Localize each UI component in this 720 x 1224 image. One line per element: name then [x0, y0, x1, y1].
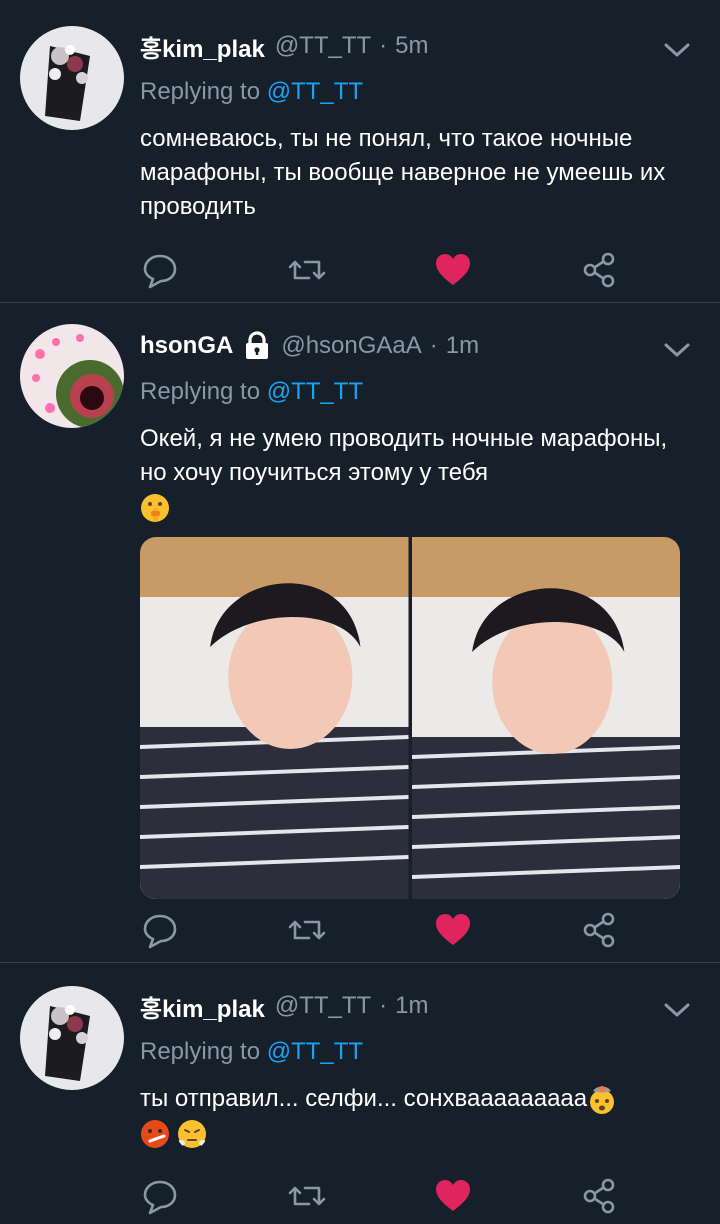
chevron-down-icon[interactable] — [662, 1000, 692, 1020]
retweet-icon[interactable] — [287, 250, 327, 290]
heart-icon[interactable] — [433, 910, 473, 950]
avatar[interactable] — [20, 986, 124, 1090]
user-handle[interactable]: @TT_TT — [275, 32, 371, 60]
heart-icon[interactable] — [433, 250, 473, 290]
avatar[interactable] — [20, 324, 124, 428]
replying-to: Replying to @TT_TT — [140, 1038, 363, 1066]
display-name[interactable]: 홍kim_plak — [140, 29, 265, 64]
reply-icon[interactable] — [140, 1176, 180, 1216]
reply-icon[interactable] — [140, 910, 180, 950]
user-handle[interactable]: @hsonGAaA — [281, 332, 421, 360]
share-icon[interactable] — [580, 1176, 620, 1216]
lock-icon — [246, 331, 269, 359]
separator-dot: · — [379, 992, 388, 1019]
face-with-thermometer-emoji — [141, 1119, 169, 1148]
timestamp[interactable]: 1m — [395, 992, 428, 1020]
timestamp[interactable]: 5m — [395, 32, 428, 60]
retweet-icon[interactable] — [287, 910, 327, 950]
share-icon[interactable] — [580, 910, 620, 950]
replying-to: Replying to @TT_TT — [140, 78, 363, 106]
retweet-icon[interactable] — [287, 1176, 327, 1216]
timestamp[interactable]: 1m — [446, 332, 479, 360]
tweet-1[interactable]: 홍kim_plak @TT_TT · 5m Replying to @TT_TT… — [0, 0, 720, 302]
replying-prefix: Replying to — [140, 78, 261, 105]
user-handle[interactable]: @TT_TT — [275, 992, 371, 1020]
replying-to: Replying to @TT_TT — [140, 378, 363, 406]
shushing-face-emoji — [141, 493, 169, 522]
heart-icon[interactable] — [433, 1176, 473, 1216]
reply-mention-link[interactable]: @TT_TT — [267, 378, 363, 405]
tweet-text: Окей, я не умею проводить ночные марафон… — [140, 422, 700, 524]
separator-dot: · — [379, 32, 388, 59]
reply-icon[interactable] — [140, 250, 180, 290]
chevron-down-icon[interactable] — [662, 40, 692, 60]
display-name[interactable]: hsonGA — [140, 332, 233, 360]
tweet-text: ты отправил... селфи... сонхвааааааааа — [140, 1082, 700, 1150]
reply-mention-link[interactable]: @TT_TT — [267, 1038, 363, 1065]
media-grid[interactable] — [140, 537, 680, 899]
share-icon[interactable] — [580, 250, 620, 290]
display-name[interactable]: 홍kim_plak — [140, 989, 265, 1024]
face-with-steam-emoji — [176, 1119, 207, 1148]
exploding-head-emoji — [590, 1085, 615, 1114]
tweet-actions — [140, 910, 620, 950]
tweet-actions — [140, 250, 620, 290]
tweet-actions — [140, 1176, 620, 1216]
photo-2[interactable] — [411, 537, 680, 899]
chevron-down-icon[interactable] — [662, 340, 692, 360]
tweet-text: сомневаюсь, ты не понял, что такое ночны… — [140, 125, 666, 220]
photo-1[interactable] — [140, 537, 409, 899]
separator-dot: · — [429, 332, 438, 359]
replying-prefix: Replying to — [140, 378, 261, 405]
replying-prefix: Replying to — [140, 1038, 261, 1065]
avatar[interactable] — [20, 26, 124, 130]
reply-mention-link[interactable]: @TT_TT — [267, 78, 363, 105]
